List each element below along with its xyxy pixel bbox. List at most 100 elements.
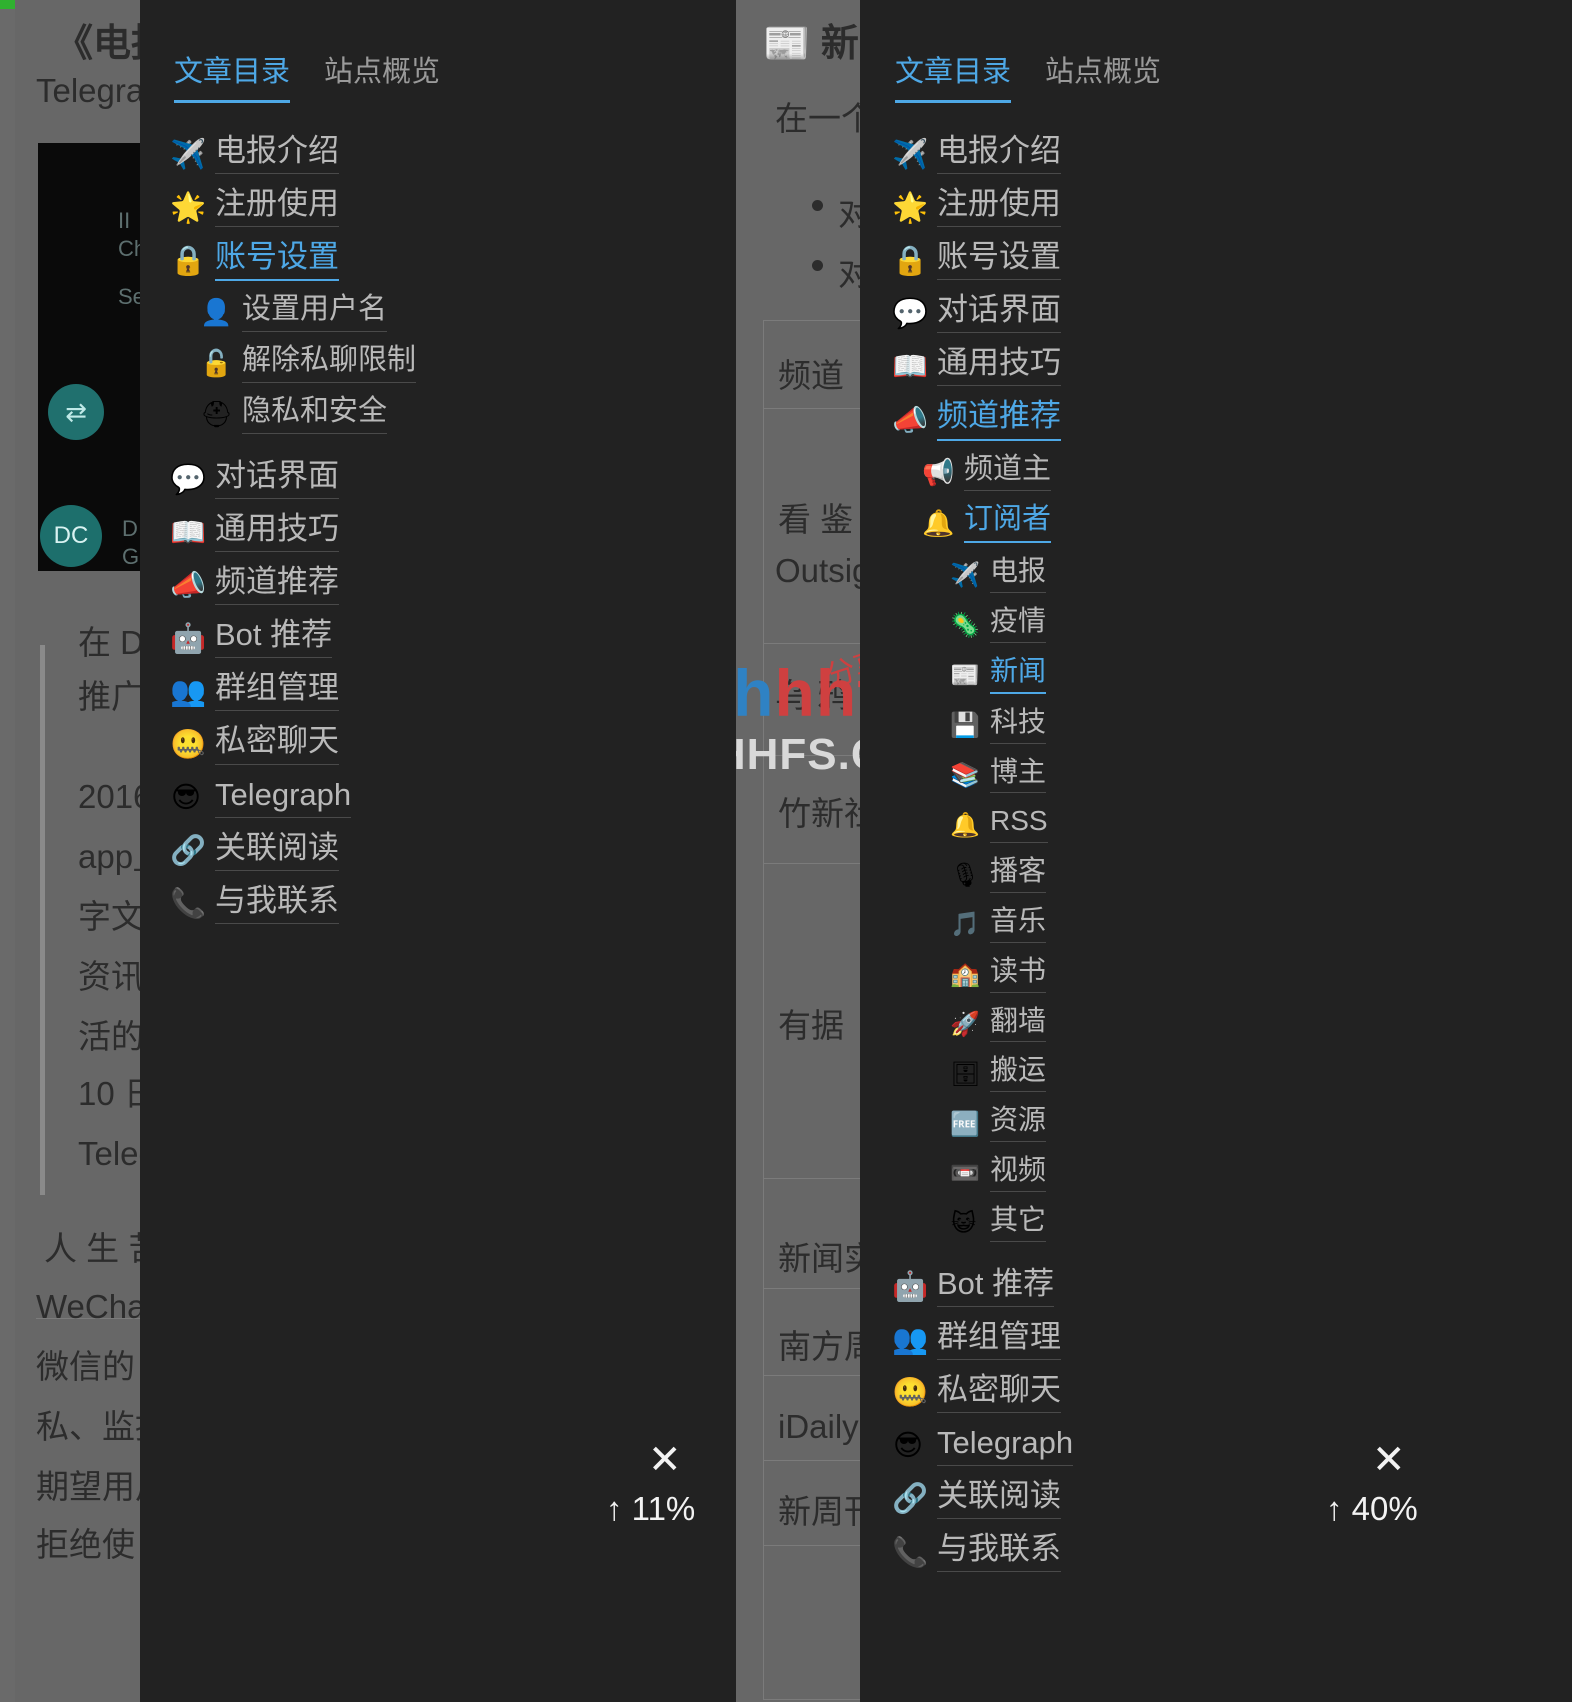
toc-item-其它[interactable]: 😺 其它 bbox=[950, 1199, 1073, 1249]
toc-item-label: 科技 bbox=[990, 706, 1047, 744]
toc-item-通用技巧[interactable]: 📖 通用技巧 bbox=[170, 506, 416, 559]
scroll-progress-left[interactable]: ↑ 11% bbox=[606, 1492, 695, 1525]
toc-item-icon: 📢 bbox=[922, 457, 955, 488]
toc-item-icon: 📣 bbox=[892, 402, 929, 437]
toc-item-label: 频道推荐 bbox=[215, 565, 339, 606]
toc-item-音乐[interactable]: 🎵 音乐 bbox=[950, 900, 1073, 950]
toc-item-label: 解除私聊限制 bbox=[242, 344, 417, 384]
toc-item-Bot-推荐[interactable]: 🤖 Bot 推荐 bbox=[892, 1261, 1073, 1314]
toc-item-icon: 📞 bbox=[170, 886, 207, 921]
toc-item-注册使用[interactable]: 🌟 注册使用 bbox=[170, 181, 416, 234]
toc-item-账号设置[interactable]: 🔒 账号设置 bbox=[892, 234, 1073, 287]
toc-item-icon: 🤐 bbox=[892, 1375, 929, 1410]
scroll-progress-right[interactable]: ↑ 40% bbox=[1326, 1492, 1418, 1525]
toc-item-icon: 🔓 bbox=[200, 349, 233, 380]
avatar-teal: ⇄ bbox=[48, 384, 104, 440]
toc-item-群组管理[interactable]: 👥 群组管理 bbox=[892, 1314, 1073, 1367]
toc-item-label: 新闻 bbox=[990, 655, 1047, 694]
toc-item-label: 订阅者 bbox=[964, 504, 1052, 544]
toc-item-与我联系[interactable]: 📞 与我联系 bbox=[892, 1526, 1073, 1579]
toc-item-对话界面[interactable]: 💬 对话界面 bbox=[170, 453, 416, 506]
toc-item-关联阅读[interactable]: 🔗 关联阅读 bbox=[892, 1473, 1073, 1526]
toc-item-icon: 📼 bbox=[950, 1159, 980, 1188]
toc-item-私密聊天[interactable]: 🤐 私密聊天 bbox=[892, 1367, 1073, 1420]
tab-site-overview-right[interactable]: 站点概览 bbox=[1045, 48, 1161, 100]
toc-item-Telegraph[interactable]: 😎 Telegraph bbox=[892, 1420, 1074, 1473]
toc-item-频道推荐[interactable]: 📣 频道推荐 bbox=[892, 393, 1073, 447]
toc-item-label: 通用技巧 bbox=[215, 511, 339, 553]
toc-item-设置用户名[interactable]: 👤 设置用户名 bbox=[200, 288, 416, 339]
toc-item-label: 群组管理 bbox=[937, 1319, 1061, 1360]
tab-article-toc-left[interactable]: 文章目录 bbox=[174, 48, 291, 103]
toc-item-频道推荐[interactable]: 📣 频道推荐 bbox=[170, 559, 416, 612]
toc-item-label: 频道推荐 bbox=[937, 399, 1061, 441]
toc-item-电报介绍[interactable]: ✈️ 电报介绍 bbox=[170, 128, 416, 181]
tab-site-overview-left[interactable]: 站点概览 bbox=[324, 48, 440, 100]
media-label: G bbox=[122, 544, 140, 569]
toc-item-新闻[interactable]: 📰 新闻 bbox=[950, 650, 1073, 701]
toc-item-搬运[interactable]: 🗄 搬运 bbox=[950, 1049, 1073, 1099]
toc-item-电报[interactable]: ✈️ 电报 bbox=[950, 550, 1073, 600]
toc-item-label: 搬运 bbox=[990, 1054, 1047, 1093]
article-text-fragment: 字文 bbox=[78, 898, 144, 935]
toc-item-label: 关联阅读 bbox=[215, 830, 339, 871]
toc-tabs-left: 文章目录 站点概览 bbox=[174, 48, 440, 103]
close-panel-left-button[interactable]: ✕ bbox=[648, 1440, 682, 1480]
toc-item-label: 电报介绍 bbox=[937, 133, 1061, 175]
toc-item-icon: ⛑ bbox=[200, 400, 234, 430]
toc-item-翻墙[interactable]: 🚀 翻墙 bbox=[950, 1000, 1073, 1050]
toc-item-科技[interactable]: 💾 科技 bbox=[950, 701, 1073, 751]
toc-item-博主[interactable]: 📚 博主 bbox=[950, 751, 1073, 801]
toc-item-隐私和安全[interactable]: ⛑ 隐私和安全 bbox=[200, 390, 416, 441]
toc-item-label: Telegraph bbox=[937, 1425, 1074, 1466]
toc-item-通用技巧[interactable]: 📖 通用技巧 bbox=[892, 340, 1073, 393]
article-text-fragment: 有据 bbox=[778, 1007, 844, 1044]
toc-item-icon: 🤖 bbox=[170, 620, 207, 655]
close-panel-right-button[interactable]: ✕ bbox=[1372, 1440, 1406, 1480]
toc-item-关联阅读[interactable]: 🔗 关联阅读 bbox=[170, 825, 416, 878]
toc-item-疫情[interactable]: 🦠 疫情 bbox=[950, 600, 1073, 650]
toc-item-icon: 📞 bbox=[892, 1534, 929, 1569]
toc-item-资源[interactable]: 🆓 资源 bbox=[950, 1099, 1073, 1149]
article-text-fragment: WeCha bbox=[36, 1288, 146, 1325]
toc-item-icon: 😺 bbox=[950, 1209, 977, 1238]
toc-item-私密聊天[interactable]: 🤐 私密聊天 bbox=[170, 718, 416, 771]
toc-item-播客[interactable]: 🎙 播客 bbox=[950, 850, 1073, 900]
toc-item-Telegraph[interactable]: 😎 Telegraph bbox=[170, 772, 416, 825]
toc-item-icon: 🤐 bbox=[170, 726, 207, 761]
toc-item-注册使用[interactable]: 🌟 注册使用 bbox=[892, 181, 1073, 234]
toc-item-label: 账号设置 bbox=[215, 240, 339, 282]
article-text-fragment: Telegra bbox=[36, 72, 145, 109]
toc-item-订阅者[interactable]: 🔔 订阅者 bbox=[922, 498, 1073, 550]
toc-item-RSS[interactable]: 🔔 RSS bbox=[950, 800, 1073, 850]
toc-item-label: 与我联系 bbox=[937, 1531, 1061, 1573]
screenshot-root: ⇄ DC 《电报 Telegra 在 D 推广 2016 app」 字文 资讯 活的 10 日 Te… bbox=[0, 0, 1572, 1702]
article-text-fragment: 拒绝使 bbox=[36, 1526, 135, 1563]
toc-item-icon: 🆓 bbox=[950, 1109, 980, 1138]
toc-item-icon: 📖 bbox=[892, 348, 929, 383]
toc-item-账号设置[interactable]: 🔒 账号设置 bbox=[170, 234, 416, 288]
toc-item-电报介绍[interactable]: ✈️ 电报介绍 bbox=[892, 128, 1073, 181]
toc-item-label: 私密聊天 bbox=[215, 724, 339, 765]
toc-item-icon: 💬 bbox=[892, 295, 929, 330]
toc-item-视频[interactable]: 📼 视频 bbox=[950, 1149, 1073, 1199]
avatar-dc: DC bbox=[40, 505, 102, 567]
toc-item-label: 设置用户名 bbox=[242, 293, 388, 333]
toc-item-label: 电报 bbox=[990, 556, 1047, 594]
toc-item-icon: 📣 bbox=[170, 567, 207, 602]
toc-item-Bot-推荐[interactable]: 🤖 Bot 推荐 bbox=[170, 612, 416, 665]
tab-article-toc-right[interactable]: 文章目录 bbox=[895, 48, 1012, 103]
toc-item-解除私聊限制[interactable]: 🔓 解除私聊限制 bbox=[200, 339, 417, 390]
toc-item-icon: 😎 bbox=[170, 780, 202, 815]
toc-item-icon: 😎 bbox=[892, 1428, 924, 1463]
toc-item-对话界面[interactable]: 💬 对话界面 bbox=[892, 287, 1073, 340]
toc-item-icon: ✈️ bbox=[892, 136, 929, 171]
toc-list-right: ✈️ 电报介绍 🌟 注册使用 🔒 账号设置 💬 对话界面 📖 通用技巧 📣 频道推荐 📢 频道主 🔔 订阅者 ✈… bbox=[892, 128, 1074, 1579]
toc-item-读书[interactable]: 🏫 读书 bbox=[950, 950, 1073, 1000]
toc-item-与我联系[interactable]: 📞 与我联系 bbox=[170, 878, 416, 931]
toc-item-群组管理[interactable]: 👥 群组管理 bbox=[170, 665, 416, 718]
toc-item-频道主[interactable]: 📢 频道主 bbox=[922, 448, 1073, 499]
toc-item-label: Telegraph bbox=[215, 777, 352, 818]
toc-item-icon: 🔔 bbox=[950, 810, 980, 839]
toc-item-label: 疫情 bbox=[990, 605, 1047, 643]
